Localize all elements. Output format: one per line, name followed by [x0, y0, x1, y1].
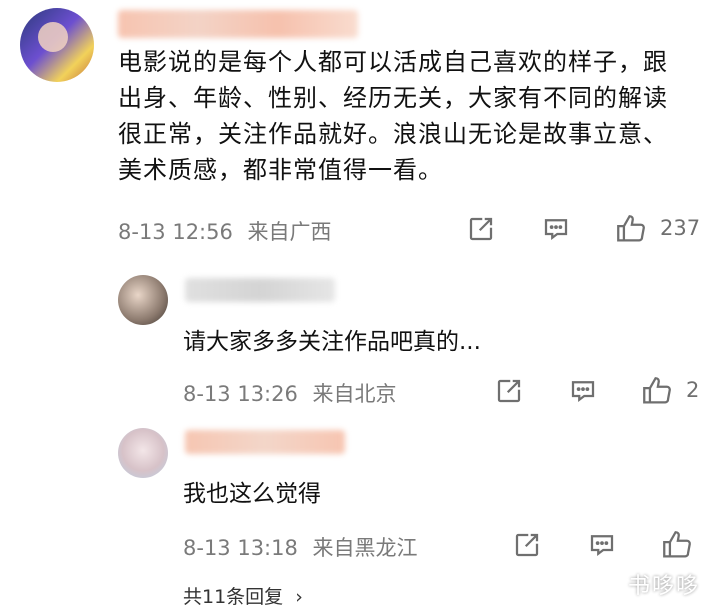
comment-meta: 8-13 12:56 来自广西	[118, 216, 332, 246]
thumbs-up-icon[interactable]	[660, 528, 694, 562]
comment-line: 很正常，关注作品就好。浪浪山无论是故事立意、	[118, 120, 668, 148]
reply-avatar[interactable]	[118, 275, 168, 325]
reply-name[interactable]	[185, 430, 345, 454]
comment-icon[interactable]	[587, 530, 617, 560]
reply-meta: 8-13 13:18 来自黑龙江	[183, 532, 418, 562]
reply-name[interactable]	[185, 278, 335, 302]
like-count: 2	[686, 378, 700, 402]
comment-line: 电影说的是每个人都可以活成自己喜欢的样子，跟	[118, 48, 668, 76]
thumbs-up-icon[interactable]	[614, 212, 648, 246]
share-icon[interactable]	[512, 530, 542, 560]
chevron-right-icon: ›	[295, 586, 303, 608]
reply-meta: 8-13 13:26 来自北京	[183, 378, 397, 408]
comment-line: 出身、年龄、性别、经历无关，大家有不同的解读	[118, 84, 668, 112]
commenter-name[interactable]	[118, 10, 358, 38]
comment-icon[interactable]	[541, 214, 571, 244]
commenter-avatar[interactable]	[20, 8, 94, 82]
thumbs-up-icon[interactable]	[640, 374, 674, 408]
watermark: 书哆哆	[628, 574, 701, 599]
share-icon[interactable]	[494, 376, 524, 406]
comment-line: 美术质感，都非常值得一看。	[118, 156, 443, 184]
reply-time: 8-13 13:26	[183, 382, 298, 406]
reply-avatar[interactable]	[118, 428, 168, 478]
comment-text: 电影说的是每个人都可以活成自己喜欢的样子，跟 出身、年龄、性别、经历无关，大家有…	[118, 44, 708, 188]
more-replies-label: 共11条回复	[183, 586, 284, 608]
reply-location: 来自黑龙江	[312, 536, 418, 560]
comment-time: 8-13 12:56	[118, 220, 233, 244]
comment-icon[interactable]	[568, 376, 598, 406]
like-count: 237	[660, 216, 701, 240]
reply-text: 我也这么觉得	[183, 481, 321, 507]
share-icon[interactable]	[466, 214, 496, 244]
reply-time: 8-13 13:18	[183, 536, 298, 560]
reply-text: 请大家多多关注作品吧真的...	[183, 329, 481, 355]
more-replies-link[interactable]: 共11条回复 ›	[183, 582, 303, 609]
comment-location: 来自广西	[247, 220, 332, 244]
reply-location: 来自北京	[312, 382, 397, 406]
